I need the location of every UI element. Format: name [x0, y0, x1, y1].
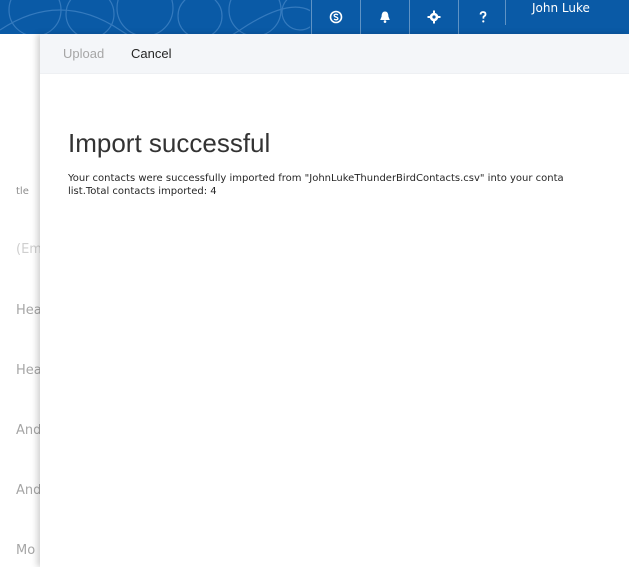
help-icon: [479, 11, 487, 23]
import-contacts-panel: Upload Cancel Import successful Your con…: [40, 34, 629, 567]
message-line: list.Total contacts imported: 4: [68, 186, 217, 197]
skype-icon: [329, 10, 343, 24]
message-line: Your contacts were successfully imported…: [68, 173, 564, 184]
header-pattern: [0, 0, 310, 34]
background-label: And: [16, 423, 40, 438]
upload-button[interactable]: Upload: [63, 34, 104, 73]
background-label: Hea: [16, 363, 40, 378]
notifications-button[interactable]: [360, 0, 409, 34]
settings-button[interactable]: [409, 0, 458, 34]
command-bar: Upload Cancel: [40, 34, 629, 74]
top-header-bar: John Luke: [0, 0, 629, 34]
user-name[interactable]: John Luke: [505, 0, 590, 25]
background-label: Hea: [16, 303, 40, 318]
background-contact-list: tle (Em Hea Hea And And Mo: [0, 34, 40, 567]
gear-icon: [427, 10, 441, 24]
skype-button[interactable]: [311, 0, 360, 34]
page-title: Import successful: [68, 128, 271, 158]
background-label: And: [16, 483, 40, 498]
bell-icon: [380, 11, 390, 23]
background-label: tle: [16, 186, 29, 197]
import-result-message: Your contacts were successfully imported…: [68, 172, 629, 198]
cancel-button[interactable]: Cancel: [131, 34, 171, 73]
background-label: (Em: [16, 242, 40, 257]
help-button[interactable]: [458, 0, 507, 34]
background-label: Mo: [16, 543, 36, 558]
